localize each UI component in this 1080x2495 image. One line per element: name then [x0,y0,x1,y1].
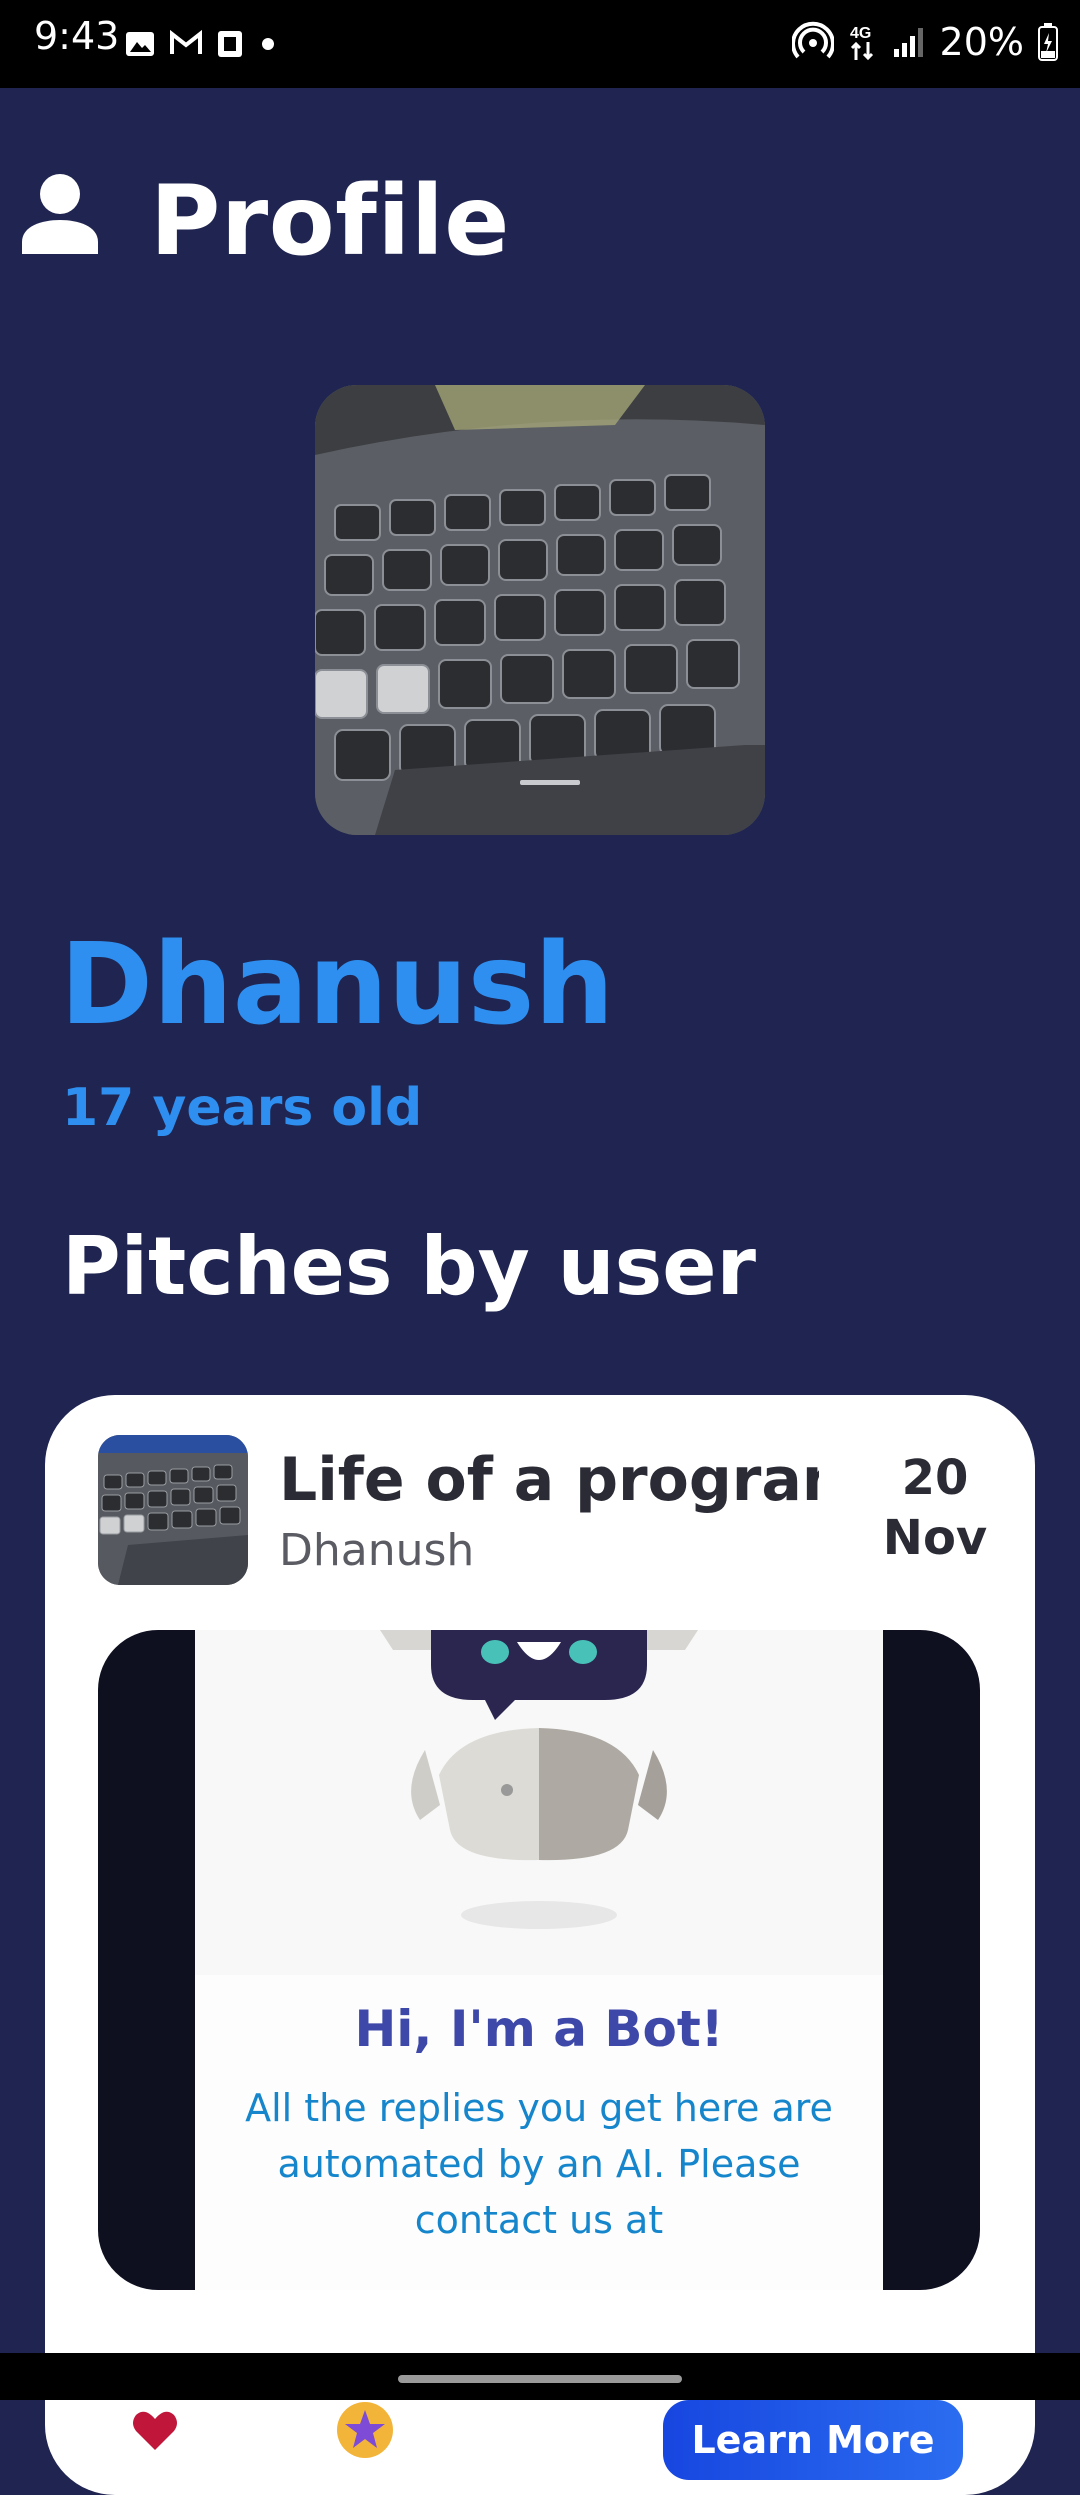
video-frame: Hi, I'm a Bot! All the replies you get h… [195,1630,883,2290]
user-age: 17 years old [62,1078,423,1138]
pitch-author-thumbnail [98,1435,248,1585]
pitch-card[interactable]: Life of a programne Dhanush 20 Nov [45,1395,1035,2495]
svg-text:4G: 4G [850,25,871,42]
pitch-video[interactable]: Hi, I'm a Bot! All the replies you get h… [98,1630,980,2290]
home-handle[interactable] [398,2375,682,2383]
signal-icon [893,28,923,57]
pitch-date-day: 20 [901,1450,969,1506]
star-badge-icon[interactable] [335,2400,395,2460]
network-4g-icon: 4G [850,25,873,61]
status-bar: 9:43 4G 20% [0,0,1080,88]
battery-percent: 20% [939,20,1024,64]
heart-icon[interactable] [130,2405,180,2455]
gmail-icon [170,29,202,54]
section-title: Pitches by user [62,1220,756,1313]
bot-body-text: All the replies you get here are automat… [245,2086,833,2242]
dot-icon [262,38,274,50]
keyboard-thumbnail [98,1435,248,1585]
keyboard-photo [315,385,765,835]
bot-heading: Hi, I'm a Bot! [354,2000,724,2058]
profile-avatar[interactable] [315,385,765,835]
status-time: 9:43 [34,14,120,58]
system-indicators: 4G 20% [791,14,1058,70]
page-header: Profile [0,160,1080,280]
person-icon [22,174,98,254]
page-title: Profile [150,165,510,277]
image-icon [126,32,154,56]
pitch-title[interactable]: Life of a programne [279,1445,819,1525]
hotspot-icon [791,21,834,59]
sim-icon [218,31,242,57]
battery-icon [1038,23,1058,61]
bot-illustration [195,1630,883,1975]
pitch-author: Dhanush [279,1525,475,1576]
user-name: Dhanush [60,920,615,1050]
card-actions: Learn More [45,2400,1035,2495]
navigation-bar [0,2353,1080,2400]
pitch-date-month: Nov [882,1510,988,1566]
robot-icon [380,1630,698,1929]
notification-icons [124,22,276,66]
learn-more-button[interactable]: Learn More [663,2400,963,2480]
